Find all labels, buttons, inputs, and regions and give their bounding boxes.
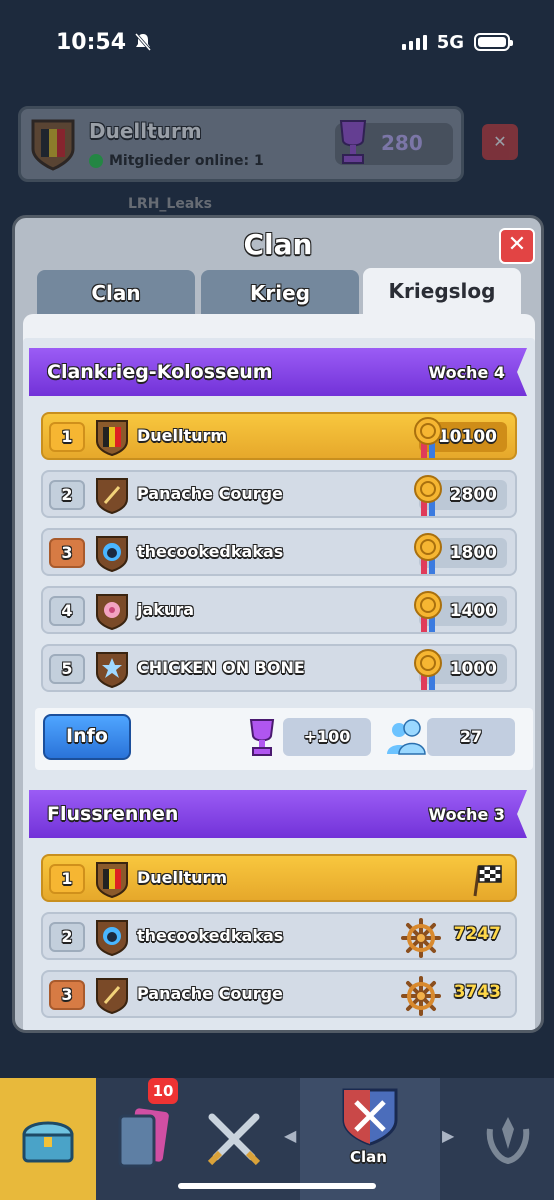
online-dot-icon xyxy=(89,154,103,168)
bell-muted-icon xyxy=(134,33,152,51)
standing-row[interactable]: 1 Duellturm 10100 xyxy=(41,412,517,460)
river-race-banner: Flussrennen Woche 3 xyxy=(29,790,527,838)
nav-battle[interactable] xyxy=(188,1078,280,1200)
river-race-week: Woche 3 xyxy=(428,804,506,824)
modal-title: Clan xyxy=(243,228,313,261)
colosseum-week: Woche 4 xyxy=(428,362,506,382)
cards-icon xyxy=(118,1108,169,1168)
fame-value: 7247 xyxy=(453,924,501,944)
tab-war[interactable]: Krieg xyxy=(201,270,359,316)
tab-clan[interactable]: Clan xyxy=(37,270,195,316)
trophy-change: +100 xyxy=(283,718,371,756)
nav-left-arrow-icon[interactable]: ◀ xyxy=(284,1126,296,1145)
clan-shield-icon xyxy=(31,119,75,171)
clan-badge-icon xyxy=(96,420,128,457)
clan-modal: Clan ✕ Clan Krieg Kriegslog Clankrieg-Ko… xyxy=(12,215,544,1033)
cards-badge: 10 xyxy=(148,1078,178,1104)
medal-icon xyxy=(414,649,442,690)
rank-badge: 1 xyxy=(49,422,85,452)
clan-name: CHICKEN ON BONE xyxy=(137,658,305,677)
background-leader-name: LRH_Leaks xyxy=(128,196,212,212)
tab-war-log-label: Kriegslog xyxy=(388,279,496,303)
medal-icon xyxy=(414,591,442,632)
clan-name: Panache Courge xyxy=(137,484,283,503)
clock: 10:54 xyxy=(56,30,152,55)
battery-icon xyxy=(474,33,513,51)
ship-wheel-icon xyxy=(401,976,441,1016)
river-race-title: Flussrennen xyxy=(47,803,179,825)
colosseum-title: Clankrieg-Kolosseum xyxy=(47,361,273,383)
clan-badge-icon xyxy=(96,978,128,1015)
nav-shop[interactable] xyxy=(0,1078,96,1200)
clan-name: thecookedkakas xyxy=(137,926,284,945)
tab-clan-label: Clan xyxy=(91,281,141,305)
background-clan-card: Duellturm Mitglieder online: 1 280 xyxy=(18,106,464,182)
rank-badge: 5 xyxy=(49,654,85,684)
rank-badge: 2 xyxy=(49,480,85,510)
rank-badge: 1 xyxy=(49,864,85,894)
colosseum-standings: 1 Duellturm 10100 2 Panache Courge 2800 xyxy=(41,412,517,702)
clan-badge-icon xyxy=(96,652,128,689)
medal-icon xyxy=(414,417,442,458)
laurel-icon xyxy=(486,1117,530,1165)
crossed-swords-icon xyxy=(207,1113,261,1166)
rank-badge: 3 xyxy=(49,980,85,1010)
clan-name: thecookedkakas xyxy=(137,542,284,561)
clan-badge-icon xyxy=(96,862,128,899)
tab-war-label: Krieg xyxy=(249,281,311,305)
clan-badge-icon xyxy=(96,536,128,573)
clan-badge-icon xyxy=(96,594,128,631)
background-trophies: 280 xyxy=(381,131,423,155)
standing-row[interactable]: 2 thecookedkakas 7247 xyxy=(41,912,517,960)
clan-name: jakura xyxy=(137,600,194,619)
tab-bar: Clan Krieg Kriegslog xyxy=(37,268,523,320)
trophy-icon xyxy=(339,120,367,164)
chest-icon xyxy=(22,1121,74,1163)
medal-icon xyxy=(414,533,442,574)
standing-row[interactable]: 4 jakura 1400 xyxy=(41,586,517,634)
time-text: 10:54 xyxy=(56,29,127,55)
status-bar: 10:54 5G xyxy=(0,0,554,84)
river-race-standings: 1 Duellturm 2 thecookedkakas 7247 3 Pana… xyxy=(41,854,517,1028)
background-clan-name: Duellturm xyxy=(89,119,202,143)
clan-name: Panache Courge xyxy=(137,984,283,1003)
rank-badge: 2 xyxy=(49,922,85,952)
standing-row[interactable]: 2 Panache Courge 2800 xyxy=(41,470,517,518)
nav-clan-label: Clan xyxy=(350,1148,387,1166)
colosseum-summary: Info +100 27 xyxy=(35,708,533,770)
online-status: Mitglieder online: 1 xyxy=(89,153,264,169)
info-button[interactable]: Info xyxy=(43,714,131,760)
rank-badge: 3 xyxy=(49,538,85,568)
trophy-icon xyxy=(249,719,275,756)
background-close-icon: ✕ xyxy=(482,124,518,160)
ship-wheel-icon xyxy=(401,918,441,958)
rank-badge: 4 xyxy=(49,596,85,626)
network-label: 5G xyxy=(436,31,464,53)
standing-row[interactable]: 1 Duellturm xyxy=(41,854,517,902)
clan-badge-icon xyxy=(96,920,128,957)
nav-right-arrow-icon[interactable]: ▶ xyxy=(442,1126,454,1145)
colosseum-banner: Clankrieg-Kolosseum Woche 4 xyxy=(29,348,527,396)
close-button[interactable]: ✕ xyxy=(499,228,535,264)
nav-clan[interactable] xyxy=(300,1078,440,1200)
participant-count: 27 xyxy=(427,718,515,756)
clan-badge-icon xyxy=(96,478,128,515)
nav-events[interactable] xyxy=(462,1078,554,1200)
medal-icon xyxy=(414,475,442,516)
clan-shield-icon xyxy=(342,1088,398,1146)
fame-value: 3743 xyxy=(453,982,501,1002)
tab-war-log[interactable]: Kriegslog xyxy=(363,268,521,320)
bottom-nav: 10 ◀ Clan ▶ xyxy=(0,1078,554,1200)
finish-flag-icon xyxy=(473,865,502,897)
home-indicator xyxy=(178,1183,376,1189)
standing-row[interactable]: 3 Panache Courge 3743 xyxy=(41,970,517,1018)
signal-icon xyxy=(401,34,427,50)
members-icon xyxy=(387,719,426,755)
standing-row[interactable]: 5 CHICKEN ON BONE 1000 xyxy=(41,644,517,692)
clan-name: Duellturm xyxy=(137,426,228,445)
standing-row[interactable]: 3 thecookedkakas 1800 xyxy=(41,528,517,576)
clan-name: Duellturm xyxy=(137,868,228,887)
online-text: Mitglieder online: 1 xyxy=(109,153,264,169)
